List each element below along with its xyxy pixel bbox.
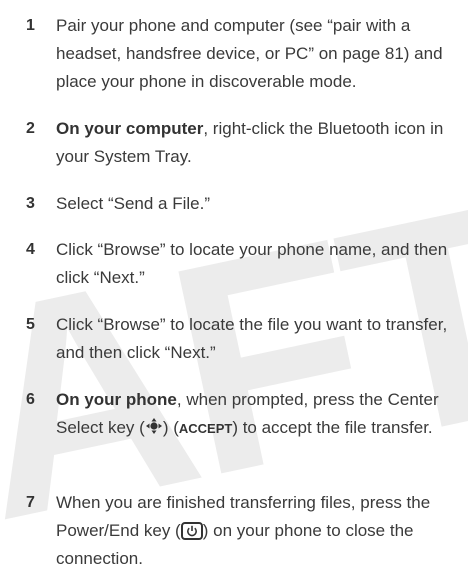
- step-number: 3: [26, 195, 35, 212]
- step-text: Click “Browse” to locate your phone name…: [56, 240, 448, 287]
- step-emphasis: On your phone: [56, 390, 177, 409]
- step-text: Select “Send a File.”: [56, 194, 211, 213]
- power-end-key-icon: [180, 522, 203, 540]
- step-number: 1: [26, 17, 35, 34]
- step-number: 5: [26, 316, 35, 333]
- step-text: Click “Browse” to locate the file you wa…: [56, 315, 448, 362]
- step-text: On your phone, when prompted, press the …: [56, 386, 466, 444]
- accept-key-label: ACCEPT: [178, 421, 233, 436]
- step-text: Pair your phone and computer (see “pair …: [56, 16, 443, 91]
- nav-center-select-icon: [145, 416, 163, 444]
- step-text: On your computer, right-click the Blueto…: [56, 119, 444, 166]
- step-number: 7: [26, 494, 35, 511]
- step-emphasis: On your computer: [56, 119, 204, 138]
- step-number: 2: [26, 120, 35, 137]
- step-number: 4: [26, 241, 35, 258]
- step-number: 6: [26, 391, 35, 408]
- step-text: When you are finished transferring files…: [56, 493, 431, 568]
